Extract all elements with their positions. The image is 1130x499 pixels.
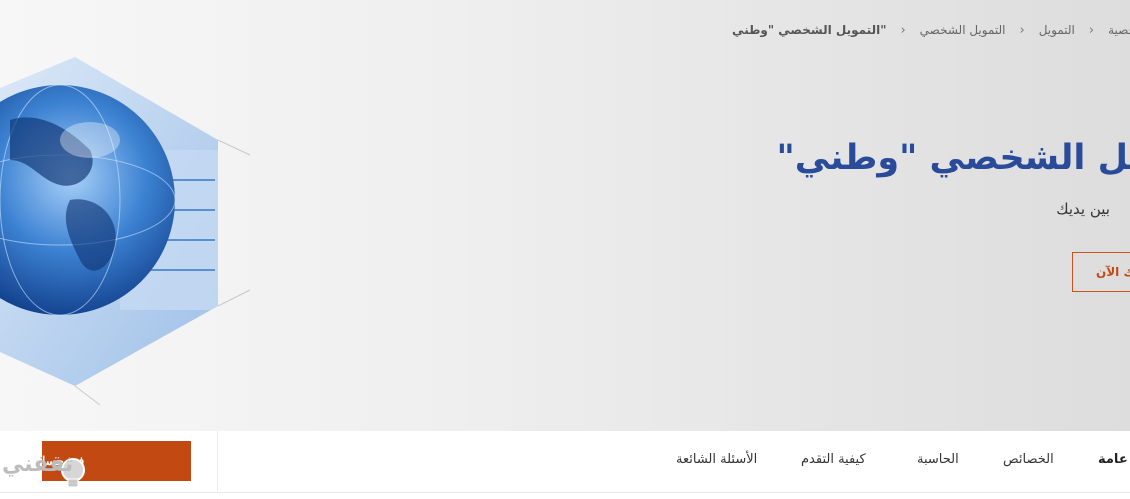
breadcrumb-item-personal-finance[interactable]: التمويل الشخصي	[920, 23, 1006, 37]
site-watermark: ثقفني	[2, 452, 74, 477]
tab-divider	[217, 431, 218, 493]
apply-now-button[interactable]: بك الآن	[1072, 252, 1130, 292]
breadcrumb: خصية › التمويل › التمويل الشخصي › التموي…	[732, 22, 1130, 38]
page-title: يل الشخصي "وطني"	[776, 138, 1130, 178]
tab-overview[interactable]: عامة	[1098, 452, 1128, 467]
globe-illustration	[0, 57, 251, 406]
chevron-icon: ›	[900, 22, 906, 38]
hero-banner: خصية › التمويل › التمويل الشخصي › التموي…	[0, 0, 1130, 431]
breadcrumb-item-personal[interactable]: خصية	[1108, 23, 1130, 37]
tab-faq[interactable]: الأسئلة الشائعة	[676, 452, 757, 467]
tab-how-to-apply[interactable]: كيفية التقدم	[801, 452, 866, 467]
section-tabs: فتح حسا عامة الخصائص الحاسبة كيفية التقد…	[0, 431, 1130, 493]
tab-features[interactable]: الخصائص	[1003, 452, 1054, 467]
breadcrumb-item-current: التمويل الشخصي "وطني"	[732, 23, 887, 37]
chevron-icon: ›	[1019, 22, 1025, 38]
tab-calculator[interactable]: الحاسبة	[917, 452, 959, 467]
chevron-icon: ›	[1088, 22, 1095, 38]
hero-subtitle: بين يديك	[1056, 200, 1110, 218]
breadcrumb-item-finance[interactable]: التمويل	[1039, 23, 1075, 37]
